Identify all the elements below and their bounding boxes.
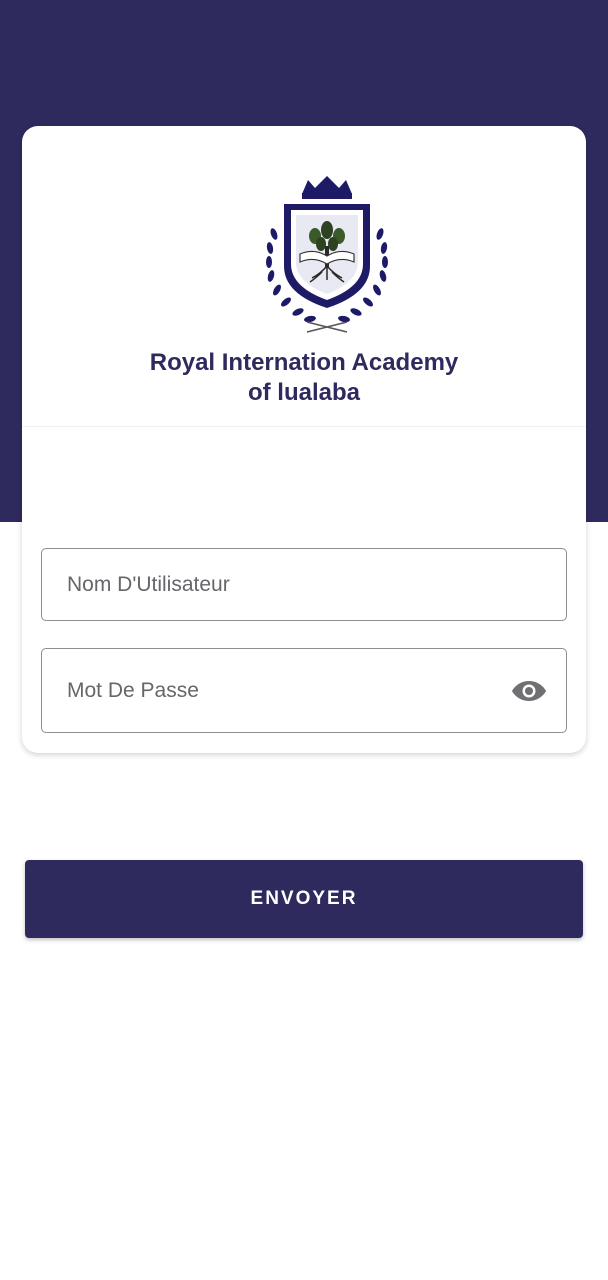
username-input[interactable] <box>42 549 566 620</box>
school-name: Royal Internation Academy of lualaba <box>22 348 586 408</box>
login-card: Royal Internation Academy of lualaba <box>22 126 586 753</box>
username-field[interactable] <box>41 548 567 621</box>
password-input[interactable] <box>42 649 510 732</box>
card-divider <box>22 426 586 427</box>
login-screen: Royal Internation Academy of lualaba ENV… <box>0 0 608 1280</box>
crest-logo-icon <box>252 174 402 334</box>
submit-button[interactable]: ENVOYER <box>25 860 583 938</box>
school-name-line1: Royal Internation Academy <box>149 349 459 376</box>
eye-icon[interactable] <box>510 672 548 710</box>
school-name-line2: of lualaba <box>247 379 361 406</box>
password-field[interactable] <box>41 648 567 733</box>
